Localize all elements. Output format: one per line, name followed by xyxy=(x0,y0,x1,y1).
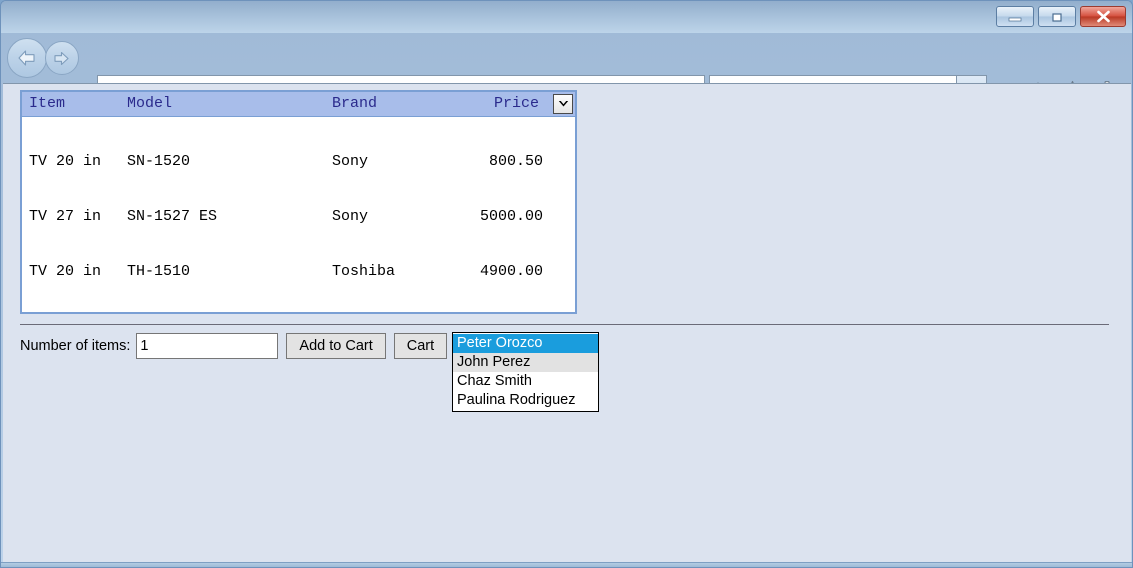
grid-dropdown-button[interactable] xyxy=(553,94,573,114)
customer-listbox[interactable]: Peter Orozco John Perez Chaz Smith Pauli… xyxy=(452,332,599,412)
order-controls: Number of items: Add to Cart Cart xyxy=(20,333,448,359)
chevron-down-icon xyxy=(558,101,568,107)
close-button[interactable] xyxy=(1080,6,1126,27)
window-controls xyxy=(996,6,1126,27)
list-item[interactable]: Peter Orozco xyxy=(453,334,598,353)
cell-item: TV 27 in xyxy=(29,208,102,225)
table-row[interactable]: TV 20 in SN-1520 Sony 800.50 xyxy=(22,153,575,174)
back-arrow-icon xyxy=(18,50,35,66)
back-button[interactable] xyxy=(7,38,47,78)
cell-price: 800.50 xyxy=(488,153,543,170)
table-row[interactable]: TV 27 in SN-1527 ES Sony 5000.00 xyxy=(22,208,575,229)
cell-price: 5000.00 xyxy=(479,208,543,225)
list-item[interactable]: Paulina Rodriguez xyxy=(453,391,598,410)
number-of-items-label: Number of items: xyxy=(20,338,131,354)
cell-brand: Toshiba xyxy=(332,263,396,280)
add-to-cart-button[interactable]: Add to Cart xyxy=(286,333,386,359)
grid-body: TV 20 in SN-1520 Sony 800.50 TV 27 in SN… xyxy=(22,117,575,318)
minimize-button[interactable] xyxy=(996,6,1034,27)
grid-header-row: Item Model Brand Price xyxy=(22,92,575,117)
cell-brand: Sony xyxy=(332,208,369,225)
forward-arrow-icon xyxy=(54,51,69,65)
grid-column-header-item[interactable]: Item xyxy=(29,95,65,112)
title-bar xyxy=(1,1,1132,33)
grid-column-header-price[interactable]: Price xyxy=(494,95,539,112)
list-item[interactable]: Chaz Smith xyxy=(453,372,598,391)
cell-model: SN-1520 xyxy=(127,153,191,170)
minimize-icon xyxy=(1008,17,1022,21)
maximize-icon xyxy=(1052,12,1062,22)
window-bottom-edge xyxy=(1,562,1132,567)
cell-item: TV 20 in xyxy=(29,153,102,170)
cell-model: TH-1510 xyxy=(127,263,191,280)
horizontal-divider xyxy=(20,324,1109,325)
close-icon xyxy=(1096,10,1110,23)
table-row[interactable]: TV 20 in TH-1510 Toshiba 4900.00 xyxy=(22,263,575,284)
browser-window: http://localhost:8080/StoreWeb.dll xyxy=(0,0,1133,568)
maximize-button[interactable] xyxy=(1038,6,1076,27)
forward-button[interactable] xyxy=(45,41,79,75)
product-grid[interactable]: Item Model Brand Price TV 20 in SN-1520 … xyxy=(20,90,577,314)
grid-column-header-model[interactable]: Model xyxy=(127,95,172,112)
list-item[interactable]: John Perez xyxy=(453,353,598,372)
cell-brand: Sony xyxy=(332,153,369,170)
grid-column-header-brand[interactable]: Brand xyxy=(332,95,377,112)
cell-item: TV 20 in xyxy=(29,263,102,280)
page-content: Item Model Brand Price TV 20 in SN-1520 … xyxy=(3,83,1131,563)
cell-model: SN-1527 ES xyxy=(127,208,218,225)
cell-price: 4900.00 xyxy=(479,263,543,280)
cart-button[interactable]: Cart xyxy=(393,333,448,359)
back-forward-group xyxy=(7,38,79,78)
navigation-toolbar: http://localhost:8080/StoreWeb.dll xyxy=(1,33,1132,108)
number-of-items-input[interactable] xyxy=(136,333,279,359)
